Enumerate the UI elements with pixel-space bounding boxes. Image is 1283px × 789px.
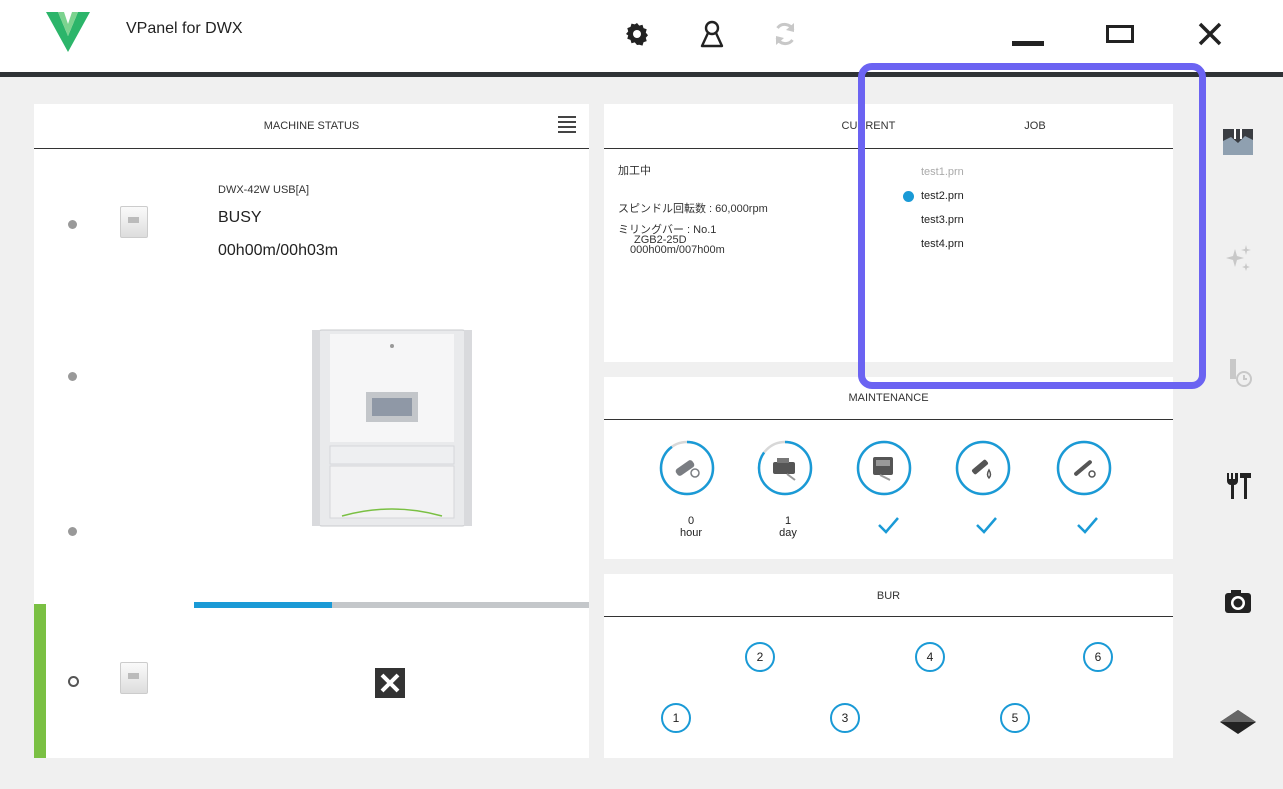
close-x-icon bbox=[380, 673, 400, 693]
camera-icon[interactable] bbox=[1220, 584, 1256, 620]
machine-thumbnail bbox=[120, 206, 148, 238]
machine-slot-2[interactable] bbox=[34, 300, 195, 453]
machine-status-text: BUSY bbox=[218, 209, 262, 226]
app-title: VPanel for DWX bbox=[126, 20, 243, 37]
status-dot bbox=[68, 220, 77, 229]
machine-slot-1[interactable] bbox=[34, 149, 195, 301]
machine-status-header: MACHINE STATUS bbox=[34, 104, 589, 149]
cleaning-gauge[interactable] bbox=[757, 440, 813, 496]
settings-gear-icon[interactable] bbox=[617, 14, 657, 54]
cancel-job-button[interactable] bbox=[375, 668, 405, 698]
menu-icon[interactable] bbox=[558, 116, 576, 133]
refresh-icon[interactable] bbox=[765, 14, 805, 54]
bur-slot-4[interactable]: 4 bbox=[915, 642, 945, 672]
maintenance-value-spindle: 0 hour bbox=[679, 515, 703, 539]
bur-panel: BUR 1 2 3 4 5 6 bbox=[604, 574, 1173, 758]
bur-slot-3[interactable]: 3 bbox=[830, 703, 860, 733]
active-slot-indicator bbox=[34, 604, 46, 758]
diamond-icon[interactable] bbox=[1220, 704, 1256, 740]
milling-status-icon[interactable] bbox=[1220, 124, 1256, 160]
bur-header: BUR bbox=[604, 574, 1173, 617]
bur-slot-2[interactable]: 2 bbox=[745, 642, 775, 672]
machine-status-panel: MACHINE STATUS DWX-42W USB[A] BUSY 00h00… bbox=[34, 104, 589, 758]
status-dot bbox=[68, 372, 77, 381]
maintenance-panel: MAINTENANCE 0 hour 1 day bbox=[604, 377, 1173, 559]
bur-check-gauge[interactable] bbox=[1056, 440, 1112, 496]
machine-model: DWX-42W USB[A] bbox=[218, 184, 310, 196]
spindle-gauge[interactable] bbox=[659, 440, 715, 496]
machine-image bbox=[312, 329, 472, 527]
check-icon bbox=[878, 517, 899, 534]
chip-tray-gauge[interactable] bbox=[856, 440, 912, 496]
phase-text: 加工中 bbox=[618, 165, 651, 177]
status-ring bbox=[68, 676, 79, 687]
machine-time: 00h00m/00h03m bbox=[218, 242, 339, 259]
sparkle-icon[interactable] bbox=[1220, 240, 1256, 276]
maximize-icon[interactable] bbox=[1100, 14, 1140, 54]
machine-detail: DWX-42W USB[A] BUSY 00h00m/00h03m bbox=[194, 149, 589, 605]
machine-slot-3[interactable] bbox=[34, 452, 195, 605]
maintenance-value-cleaning: 1 day bbox=[779, 515, 797, 539]
app-logo bbox=[46, 12, 90, 52]
milling-bur-time: 000h00m/007h00m bbox=[630, 244, 725, 256]
user-icon[interactable] bbox=[692, 14, 732, 54]
spindle-speed: スピンドル回転数 : 60,000rpm bbox=[618, 203, 768, 215]
bur-slot-6[interactable]: 6 bbox=[1083, 642, 1113, 672]
machine-slot-4[interactable] bbox=[34, 604, 195, 758]
title-bar: VPanel for DWX bbox=[0, 0, 1283, 72]
status-dot bbox=[68, 527, 77, 536]
check-icon bbox=[976, 517, 997, 534]
machine-thumbnail bbox=[120, 662, 148, 694]
maintenance-tools-icon[interactable] bbox=[1220, 468, 1256, 504]
oil-gauge[interactable] bbox=[955, 440, 1011, 496]
bur-slot-5[interactable]: 5 bbox=[1000, 703, 1030, 733]
bur-slot-1[interactable]: 1 bbox=[661, 703, 691, 733]
close-icon[interactable] bbox=[1190, 14, 1230, 54]
cancel-area bbox=[194, 608, 589, 758]
job-highlight-frame bbox=[858, 63, 1206, 389]
minimize-icon[interactable] bbox=[1008, 14, 1048, 54]
tool-timer-icon[interactable] bbox=[1220, 355, 1256, 391]
check-icon bbox=[1077, 517, 1098, 534]
